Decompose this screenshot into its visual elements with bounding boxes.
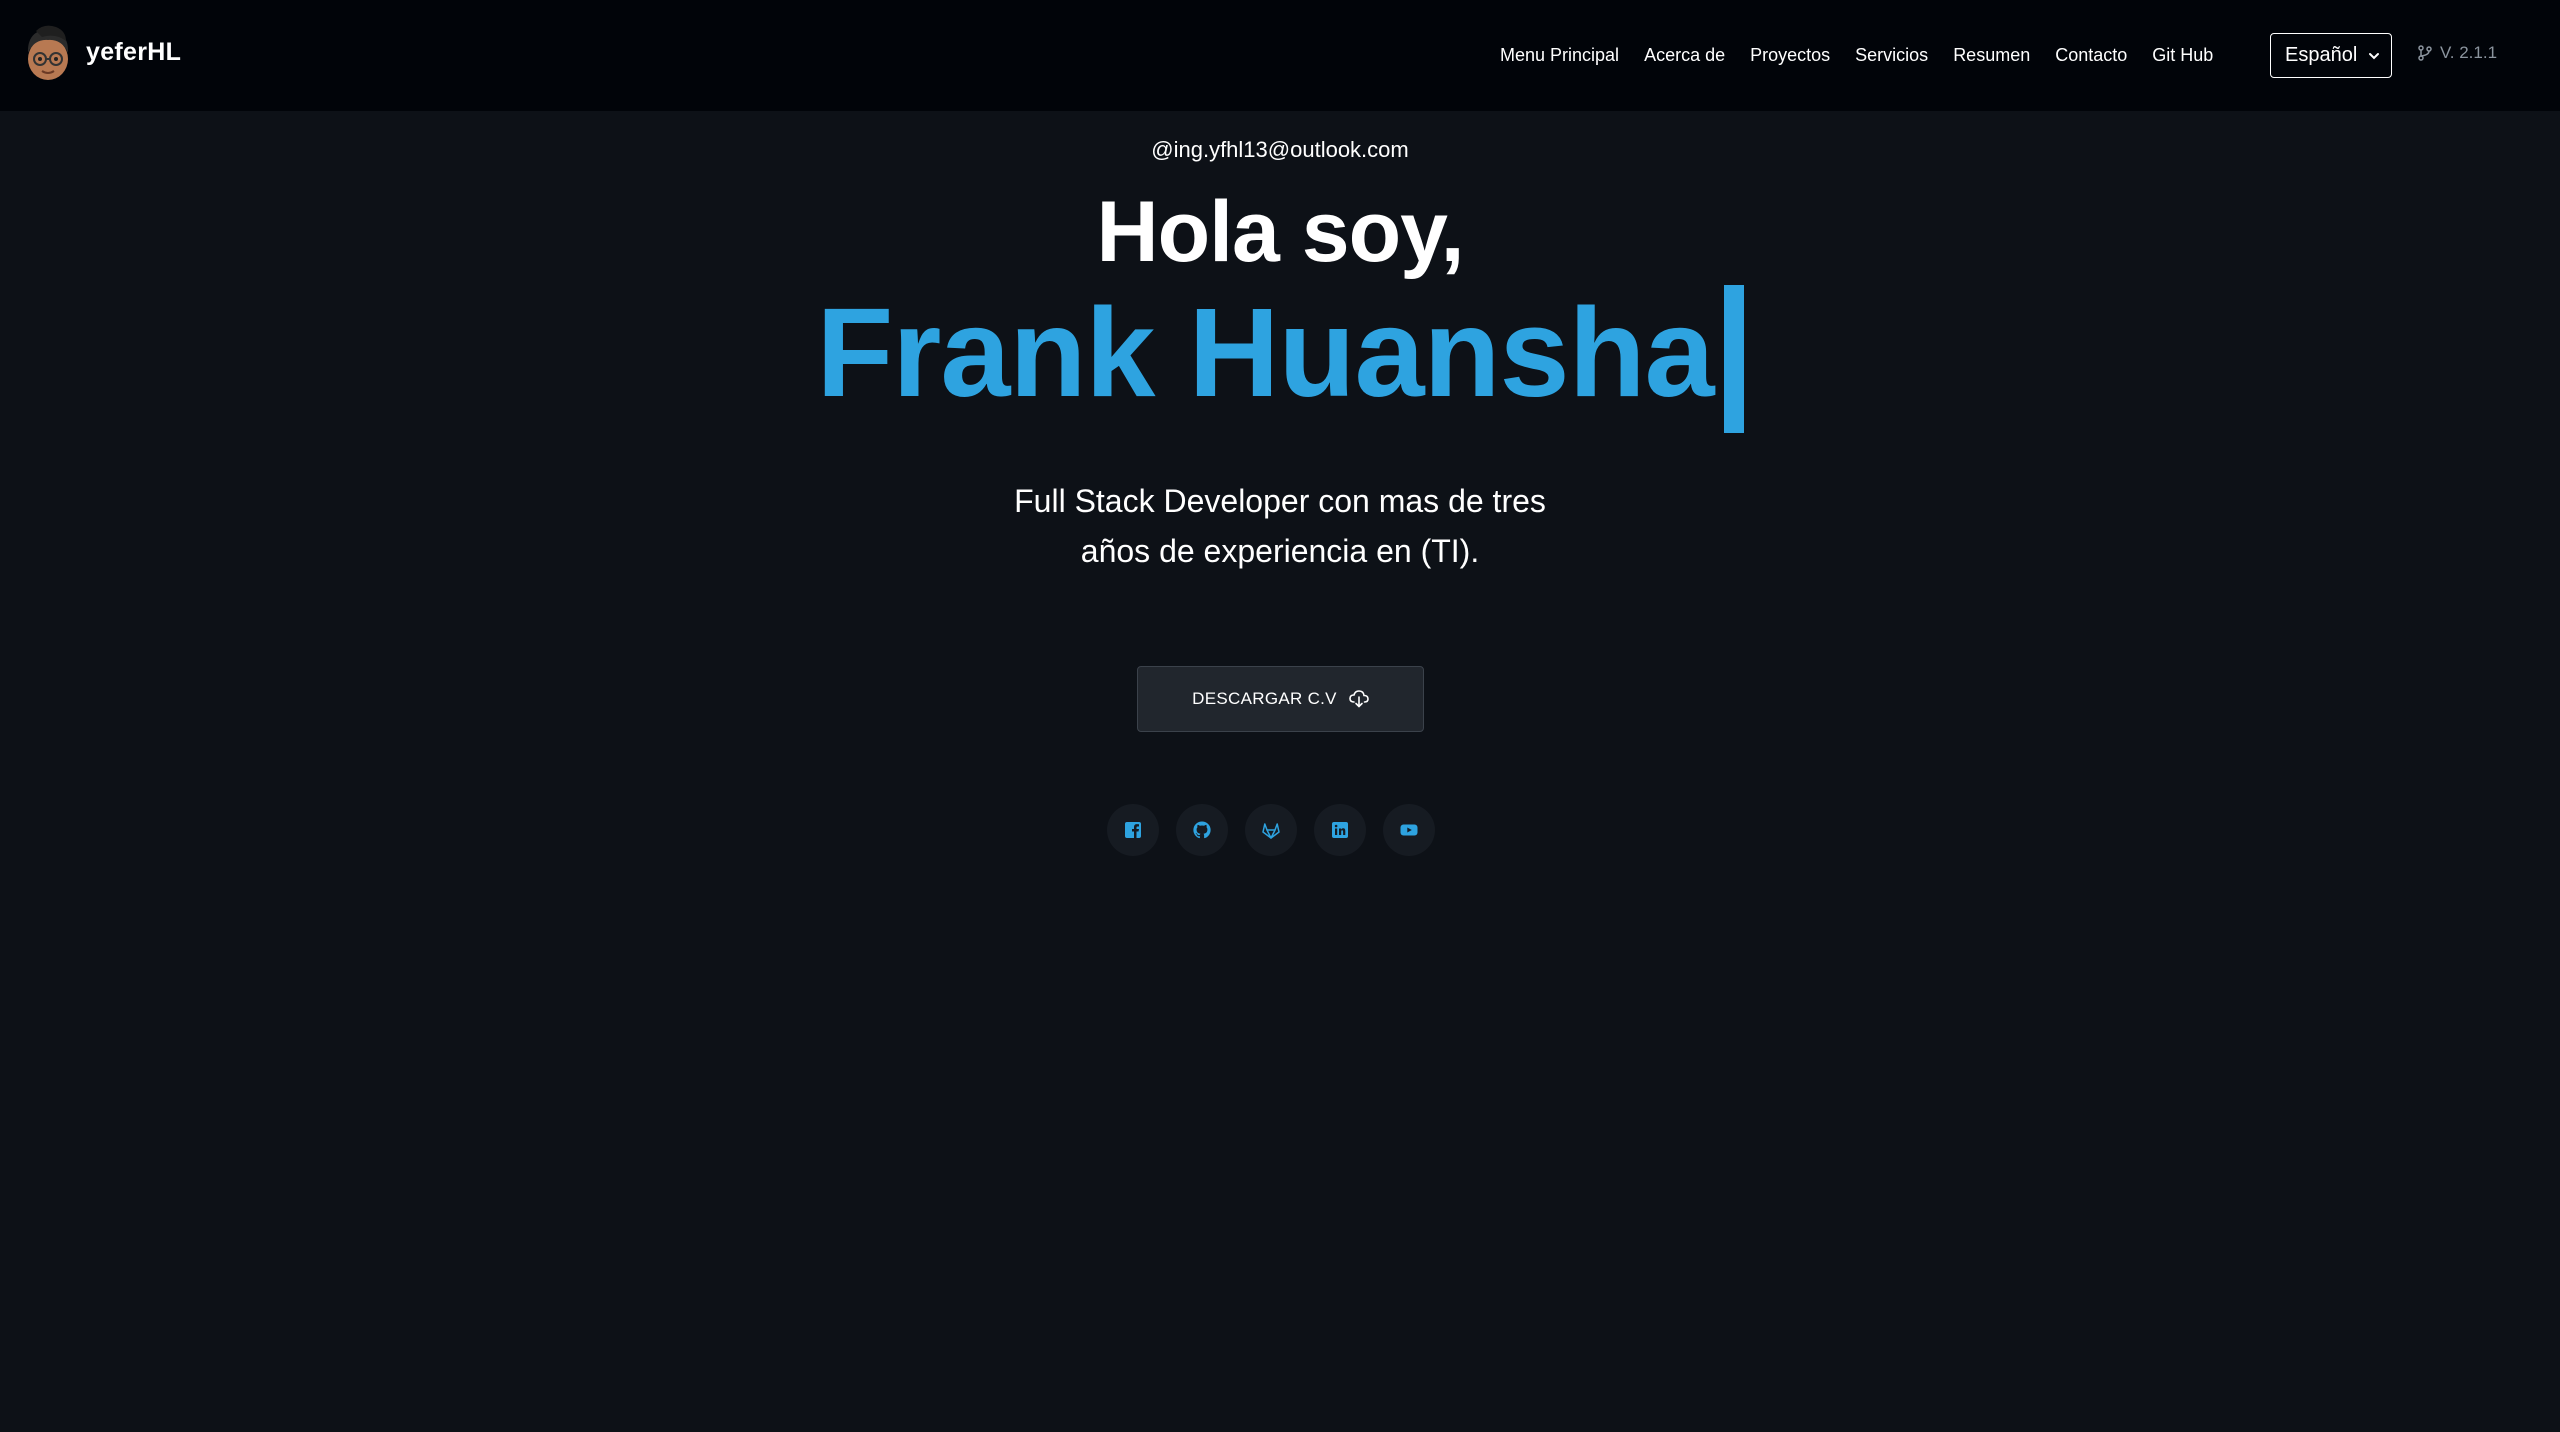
nav-links: Menu Principal Acerca de Proyectos Servi… [1500,0,2238,111]
linkedin-link[interactable] [1314,804,1366,856]
download-cv-label: DESCARGAR C.V [1192,689,1337,708]
subtitle-line-1: Full Stack Developer con mas de tres [1014,483,1546,519]
facebook-link[interactable] [1107,804,1159,856]
nav-link-resumen[interactable]: Resumen [1953,45,2030,66]
subtitle-line-2: años de experiencia en (TI). [1080,533,1480,569]
facebook-icon [1125,822,1141,838]
nav-link-github[interactable]: Git Hub [2152,45,2213,66]
download-cv-button[interactable]: DESCARGAR C.V [1137,666,1424,732]
git-branch-icon [2418,45,2432,61]
gitlab-icon [1262,823,1280,839]
chevron-down-icon [2369,52,2379,59]
cloud-download-icon [1349,690,1369,708]
github-icon [1193,821,1211,839]
brand-name: yeferHL [86,37,182,66]
hero-subtitle: Full Stack Developer con mas de tres año… [0,476,2560,576]
nav-link-menu-principal[interactable]: Menu Principal [1500,45,1619,66]
youtube-link[interactable] [1383,804,1435,856]
avatar [27,25,69,80]
nav-link-proyectos[interactable]: Proyectos [1750,45,1830,66]
version-label: V. 2.1.1 [2440,43,2498,62]
typing-cursor [1723,285,1744,433]
navbar: yeferHL Menu Principal Acerca de Proyect… [0,0,2560,111]
social-links [1107,804,1435,856]
greeting-heading: Hola soy, [1096,184,1465,280]
contact-email: @ing.yfhl13@outlook.com [1151,137,1409,162]
nav-link-acerca-de[interactable]: Acerca de [1644,45,1725,66]
gitlab-link[interactable] [1245,804,1297,856]
youtube-icon [1400,824,1418,836]
brand-home-link[interactable]: yeferHL [22,22,181,82]
version-indicator: V. 2.1.1 [2418,43,2497,63]
language-select[interactable]: Español [2270,33,2392,78]
language-selected-value: Español [2285,44,2358,66]
linkedin-icon [1332,822,1348,838]
nav-link-servicios[interactable]: Servicios [1855,45,1928,66]
github-link[interactable] [1176,804,1228,856]
name-line: Frank Huansha [0,281,2560,433]
typed-name: Frank Huansha [816,282,1714,423]
nav-link-contacto[interactable]: Contacto [2055,45,2127,66]
